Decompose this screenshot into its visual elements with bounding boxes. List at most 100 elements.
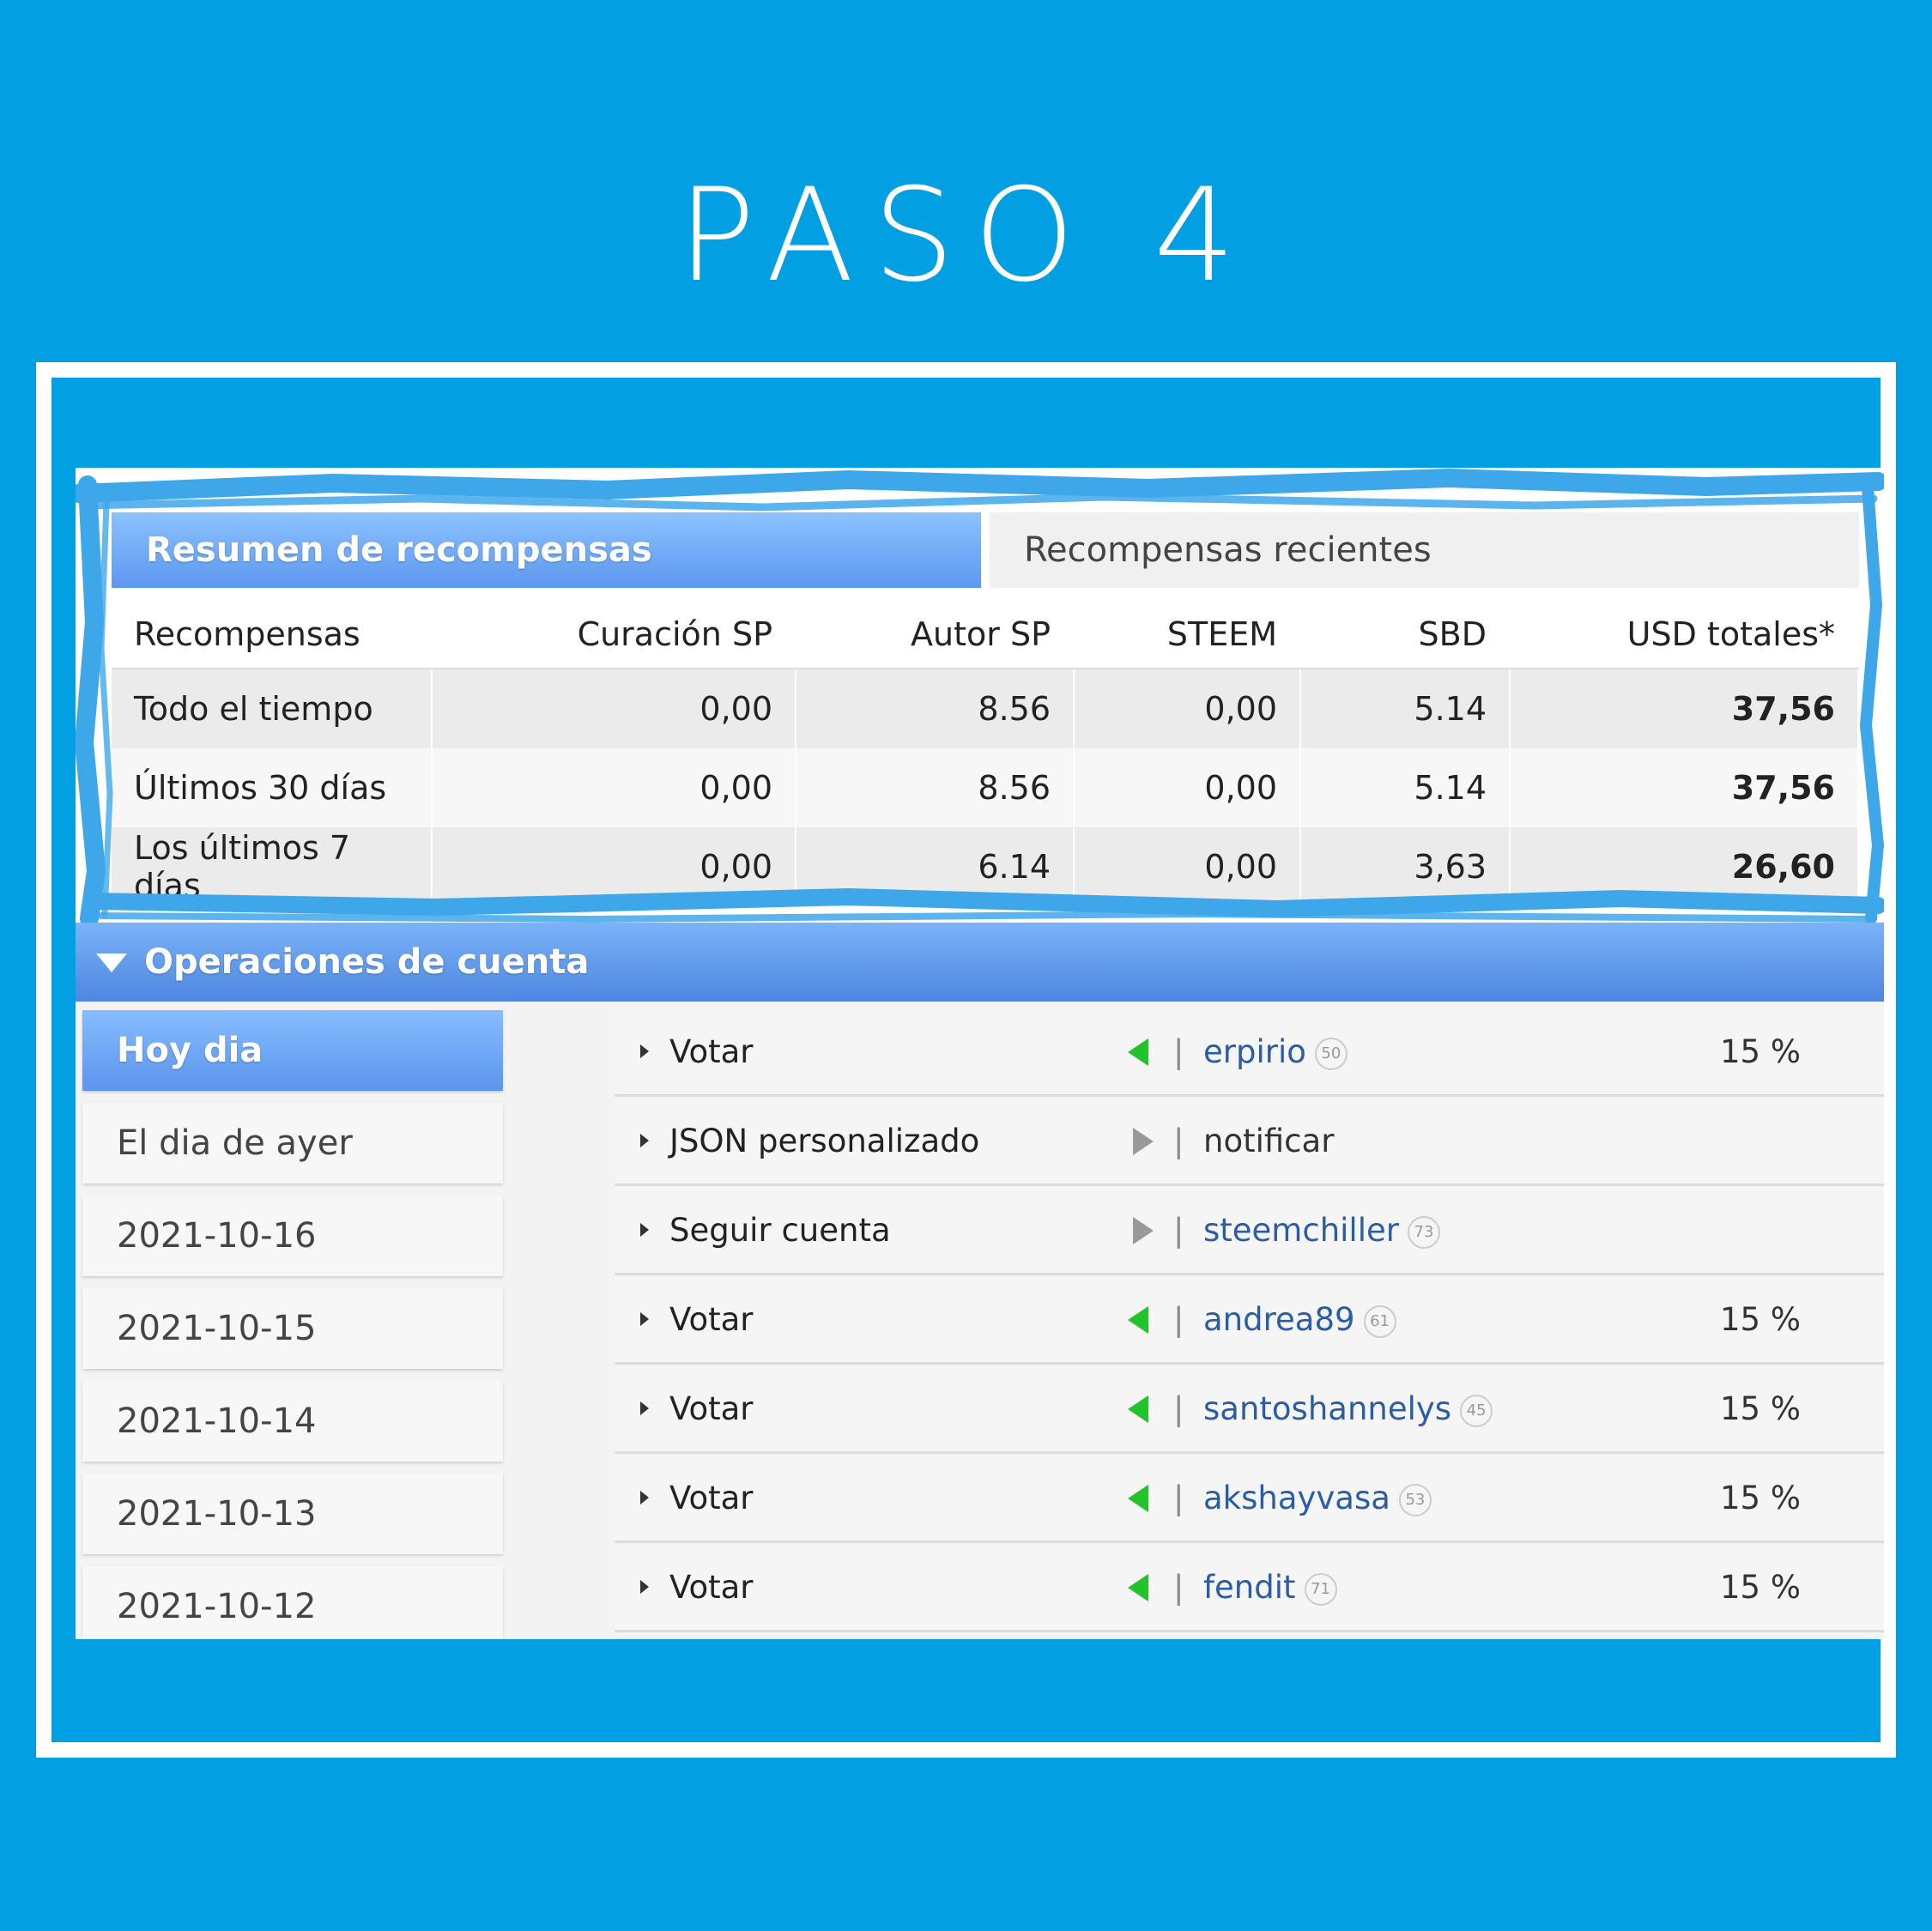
account-operations-title: Operaciones de cuenta <box>144 942 590 982</box>
cell-curacion: 0,00 <box>432 669 796 748</box>
vote-percent: 15 % <box>1720 1301 1801 1338</box>
collapse-triangle-icon[interactable] <box>96 953 127 972</box>
cell-sbd: 3,63 <box>1300 827 1511 906</box>
account-operations-header[interactable]: Operaciones de cuenta <box>76 923 1884 1002</box>
username[interactable]: akshayvasa <box>1203 1480 1390 1516</box>
col-autor-sp: Autor SP <box>796 601 1075 669</box>
col-usd-totales: USD totales* <box>1510 601 1859 669</box>
col-recompensas: Recompensas <box>112 601 433 669</box>
day-item[interactable]: 2021-10-15 <box>82 1288 503 1369</box>
operation-type: Votar <box>669 1301 754 1338</box>
row-label: Los últimos 7 días <box>112 827 433 906</box>
operation-type: Votar <box>669 1480 754 1516</box>
username[interactable]: santoshannelys <box>1203 1390 1451 1427</box>
username[interactable]: erpirio <box>1203 1033 1306 1070</box>
reputation-badge: 71 <box>1304 1572 1337 1606</box>
rewards-summary: Resumen de recompensas Recompensas recie… <box>76 468 1884 923</box>
cell-autor: 8.56 <box>796 748 1075 827</box>
rewards-table: Recompensas Curación SP Autor SP STEEM S… <box>112 601 1859 906</box>
row-label: Últimos 30 días <box>112 748 433 827</box>
separator: | <box>1173 1033 1184 1070</box>
vote-percent: 15 % <box>1720 1569 1801 1606</box>
operation-row[interactable]: Votar | santoshannelys 45 15 % <box>615 1367 1884 1454</box>
cell-usd: 37,56 <box>1510 669 1859 748</box>
reputation-badge: 73 <box>1407 1215 1440 1249</box>
operation-type: Votar <box>669 1390 754 1427</box>
separator: | <box>1173 1390 1184 1427</box>
expand-caret-icon[interactable] <box>640 1491 649 1504</box>
cell-autor: 8.56 <box>796 669 1075 748</box>
operation-target: notificar <box>1203 1099 1334 1183</box>
reputation-badge: 61 <box>1363 1304 1396 1338</box>
operation-row[interactable]: Votar | erpirio 50 15 % <box>615 1010 1884 1097</box>
operation-type: Seguir cuenta <box>669 1212 891 1249</box>
table-row: Últimos 30 días 0,00 8.56 0,00 5.14 37,5… <box>112 748 1859 827</box>
incoming-arrow-icon <box>1128 1574 1148 1601</box>
incoming-arrow-icon <box>1128 1395 1148 1423</box>
day-item[interactable]: 2021-10-13 <box>82 1474 503 1554</box>
cell-curacion: 0,00 <box>432 748 796 827</box>
cell-usd: 26,60 <box>1510 827 1859 906</box>
expand-caret-icon[interactable] <box>640 1580 649 1594</box>
operation-user-link[interactable]: fendit 71 <box>1203 1546 1337 1630</box>
reputation-badge: 50 <box>1314 1037 1348 1070</box>
cell-steem: 0,00 <box>1074 748 1301 827</box>
operation-type: JSON personalizado <box>669 1123 980 1159</box>
cell-steem: 0,00 <box>1074 827 1301 906</box>
day-item[interactable]: 2021-10-12 <box>82 1566 503 1639</box>
incoming-arrow-icon <box>1128 1306 1148 1334</box>
col-curacion-sp: Curación SP <box>432 601 796 669</box>
operation-user-link[interactable]: erpirio 50 <box>1203 1010 1348 1094</box>
screenshot-panel: Resumen de recompensas Recompensas recie… <box>76 468 1884 1639</box>
incoming-arrow-icon <box>1128 1485 1148 1512</box>
cell-curacion: 0,00 <box>432 827 796 906</box>
operation-row[interactable]: Votar | fendit 71 15 % <box>615 1546 1884 1632</box>
username[interactable]: andrea89 <box>1203 1301 1355 1338</box>
separator: | <box>1173 1569 1184 1606</box>
expand-caret-icon[interactable] <box>640 1134 649 1147</box>
table-row: Los últimos 7 días 0,00 6.14 0,00 3,63 2… <box>112 827 1859 906</box>
cell-sbd: 5.14 <box>1300 748 1511 827</box>
day-item-today[interactable]: Hoy dia <box>82 1010 503 1091</box>
separator: | <box>1173 1301 1184 1338</box>
tab-recompensas-recientes[interactable]: Recompensas recientes <box>990 512 1859 588</box>
cell-sbd: 5.14 <box>1300 669 1511 748</box>
cell-steem: 0,00 <box>1074 669 1301 748</box>
operation-user-link[interactable]: akshayvasa 53 <box>1203 1456 1432 1541</box>
day-item[interactable]: 2021-10-14 <box>82 1381 503 1462</box>
operation-row[interactable]: Seguir cuenta | steemchiller 73 <box>615 1189 1884 1275</box>
target-label: notificar <box>1203 1123 1335 1159</box>
incoming-arrow-icon <box>1128 1038 1148 1066</box>
table-row: Todo el tiempo 0,00 8.56 0,00 5.14 37,56 <box>112 669 1859 748</box>
operation-user-link[interactable]: andrea89 61 <box>1203 1278 1396 1362</box>
operation-user-link[interactable]: steemchiller 73 <box>1203 1189 1440 1273</box>
col-sbd: SBD <box>1300 601 1511 669</box>
separator: | <box>1173 1480 1184 1516</box>
page-title: PASO 4 <box>677 161 1255 311</box>
vote-percent: 15 % <box>1720 1033 1801 1070</box>
expand-caret-icon[interactable] <box>640 1312 649 1326</box>
username[interactable]: steemchiller <box>1203 1212 1399 1249</box>
outgoing-arrow-icon <box>1133 1128 1154 1155</box>
reputation-badge: 53 <box>1398 1483 1432 1516</box>
expand-caret-icon[interactable] <box>640 1401 649 1415</box>
operation-user-link[interactable]: santoshannelys 45 <box>1203 1367 1493 1451</box>
operation-row[interactable]: Votar | akshayvasa 53 15 % <box>615 1456 1884 1543</box>
table-header-row: Recompensas Curación SP Autor SP STEEM S… <box>112 601 1859 669</box>
vote-percent: 15 % <box>1720 1390 1801 1427</box>
col-steem: STEEM <box>1074 601 1301 669</box>
day-item-yesterday[interactable]: El dia de ayer <box>82 1103 503 1183</box>
outgoing-arrow-icon <box>1133 1217 1154 1244</box>
operation-row[interactable]: JSON personalizado | notificar <box>615 1099 1884 1186</box>
expand-caret-icon[interactable] <box>640 1044 649 1058</box>
day-item[interactable]: 2021-10-16 <box>82 1196 503 1276</box>
username[interactable]: fendit <box>1203 1569 1296 1606</box>
tab-resumen-recompensas[interactable]: Resumen de recompensas <box>112 512 981 588</box>
operations-list: Votar | erpirio 50 15 % JSON personalizad… <box>615 1010 1884 1635</box>
row-label: Todo el tiempo <box>112 669 433 748</box>
separator: | <box>1173 1212 1184 1249</box>
cell-usd: 37,56 <box>1510 748 1859 827</box>
operation-type: Votar <box>669 1033 754 1070</box>
operation-row[interactable]: Votar | andrea89 61 15 % <box>615 1278 1884 1365</box>
expand-caret-icon[interactable] <box>640 1223 649 1237</box>
